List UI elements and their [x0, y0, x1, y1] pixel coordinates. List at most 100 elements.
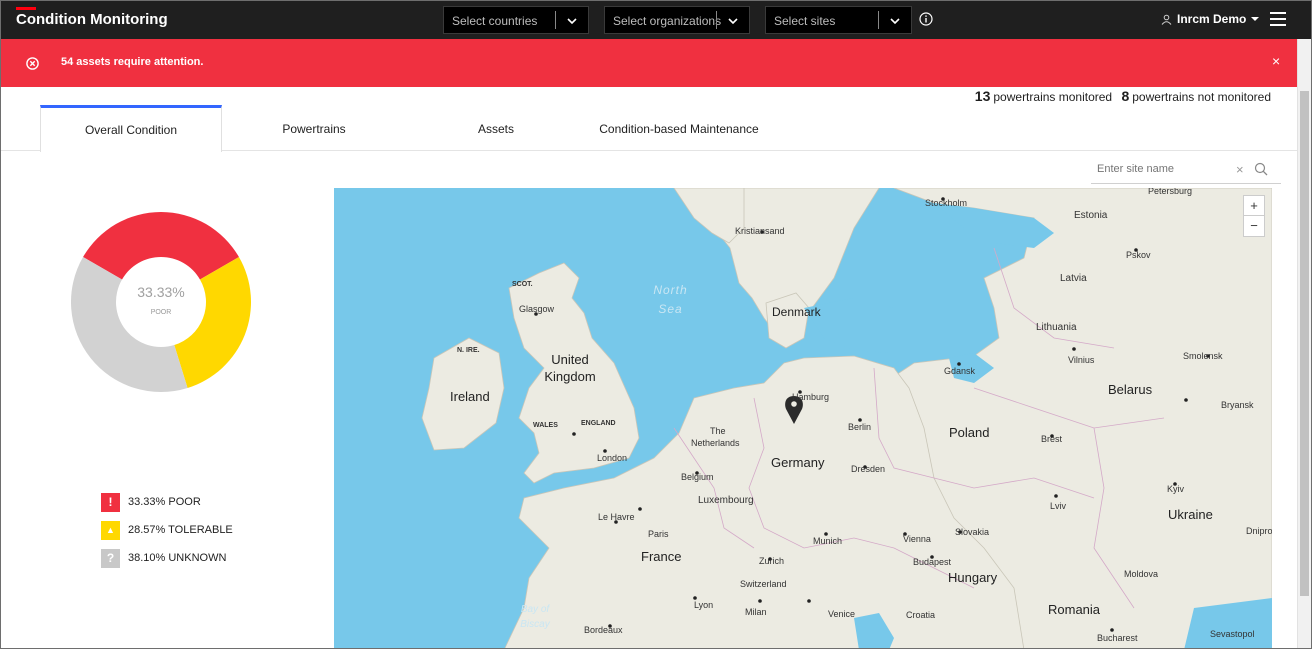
donut-segment-poor[interactable] — [83, 212, 239, 280]
map-label: WALES — [533, 422, 558, 429]
map-label: Denmark — [772, 305, 821, 319]
alert-message: 54 assets require attention. — [61, 56, 204, 68]
scrollbar-thumb[interactable] — [1300, 91, 1309, 596]
map-label: Gdansk — [944, 366, 976, 376]
map-label: Ireland — [450, 389, 490, 404]
sites-select[interactable]: Select sites — [765, 6, 912, 34]
map-label: The — [710, 426, 726, 436]
tab-assets[interactable]: Assets — [405, 105, 587, 151]
map-label: Netherlands — [691, 438, 740, 448]
select-divider — [878, 11, 879, 29]
app-window: Condition Monitoring Select countries Se… — [0, 0, 1312, 649]
map-label: Brest — [1041, 434, 1063, 444]
legend-item-label: 33.33% POOR — [128, 496, 201, 508]
map-label: Glasgow — [519, 304, 555, 314]
not-monitored-label: powertrains not monitored — [1132, 90, 1271, 104]
unknown-question-icon: ? — [101, 548, 120, 568]
attention-alert-banner: 54 assets require attention. × — [1, 39, 1297, 87]
sites-select-placeholder: Select sites — [774, 14, 836, 28]
site-search-input[interactable] — [1091, 158, 1231, 180]
clear-search-icon[interactable]: × — [1236, 162, 1244, 177]
map-label: Ukraine — [1168, 507, 1213, 522]
map-label: Kristiansand — [735, 226, 785, 236]
map-label: Zurich — [759, 556, 785, 566]
caret-down-icon — [1251, 17, 1260, 21]
user-menu[interactable]: Inrcm Demo — [1161, 12, 1260, 26]
map-label: Pskov — [1126, 250, 1151, 260]
map-label: Budapest — [913, 557, 952, 567]
error-circle-icon — [26, 57, 39, 70]
chevron-down-icon[interactable] — [565, 14, 579, 28]
app-title[interactable]: Condition Monitoring — [16, 11, 168, 28]
site-map[interactable]: Petersburg Stockholm Estonia Kristiansan… — [334, 188, 1272, 648]
map-label: Milan — [745, 607, 767, 617]
map-label: Moldova — [1124, 569, 1159, 579]
countries-select[interactable]: Select countries — [443, 6, 589, 34]
tab-powertrains[interactable]: Powertrains — [223, 105, 405, 151]
map-label: Sevastopol — [1210, 629, 1255, 639]
tab-condition-based-maintenance[interactable]: Condition-based Maintenance — [587, 105, 771, 151]
map-zoom-controls: + − — [1243, 195, 1265, 237]
top-navigation-bar: Condition Monitoring Select countries Se… — [1, 1, 1311, 39]
map-label: Lithuania — [1036, 322, 1077, 333]
legend-item-poor[interactable]: ! 33.33% POOR — [101, 488, 233, 516]
map-label: Paris — [648, 529, 669, 539]
map-labels: Petersburg Stockholm Estonia Kristiansan… — [334, 188, 1272, 648]
hamburger-menu-icon[interactable] — [1270, 12, 1286, 28]
map-label: Lviv — [1050, 501, 1067, 511]
alert-close-icon[interactable]: × — [1272, 53, 1280, 69]
condition-legend: ! 33.33% POOR ▲ 28.57% TOLERABLE ? 38.10… — [101, 488, 233, 572]
map-label: SCOT. — [512, 281, 533, 288]
map-label: Bryansk — [1221, 400, 1254, 410]
legend-item-unknown[interactable]: ? 38.10% UNKNOWN — [101, 544, 233, 572]
user-icon — [1161, 14, 1172, 25]
donut-segment-tolerable[interactable] — [174, 256, 251, 388]
brand-accent-bar — [16, 7, 36, 10]
poor-alert-icon: ! — [101, 492, 120, 512]
zoom-out-button[interactable]: − — [1244, 216, 1264, 236]
search-icon[interactable] — [1254, 162, 1268, 176]
chevron-down-icon[interactable] — [888, 14, 902, 28]
map-label: Bordeaux — [584, 625, 623, 635]
map-label: Bay of Biscay — [520, 604, 550, 630]
info-icon[interactable] — [919, 12, 933, 26]
map-label: Kyiv — [1167, 484, 1185, 494]
powertrain-stats: 13 powertrains monitored 8 powertrains not… — [975, 88, 1271, 104]
map-label: Vilnius — [1068, 355, 1095, 365]
map-label: Venice — [828, 609, 856, 619]
map-label: Hungary — [948, 570, 998, 585]
map-label: Luxembourg — [698, 495, 754, 506]
condition-donut-chart — [71, 212, 251, 392]
map-label: Lyon — [694, 600, 714, 610]
map-label: Dresden — [851, 464, 886, 474]
map-label: Dnipro — [1246, 526, 1272, 536]
map-label: Belarus — [1108, 382, 1153, 397]
site-search: × — [1091, 156, 1281, 184]
zoom-in-button[interactable]: + — [1244, 196, 1264, 216]
organizations-select-placeholder: Select organizations — [613, 14, 722, 28]
legend-item-tolerable[interactable]: ▲ 28.57% TOLERABLE — [101, 516, 233, 544]
tolerable-warning-icon: ▲ — [101, 520, 120, 540]
map-label: France — [641, 549, 682, 564]
legend-item-label: 38.10% UNKNOWN — [128, 552, 227, 564]
legend-item-label: 28.57% TOLERABLE — [128, 524, 233, 536]
map-label: Bucharest — [1097, 633, 1138, 643]
map-label: Hamburg — [792, 392, 830, 402]
organizations-select[interactable]: Select organizations — [604, 6, 750, 34]
map-label: Latvia — [1060, 273, 1087, 284]
monitored-count: 13 — [974, 88, 991, 104]
map-label: Slovakia — [955, 527, 990, 537]
map-label: Germany — [771, 455, 825, 470]
map-label: Le Havre — [598, 512, 635, 522]
map-label: N. IRE. — [457, 347, 480, 354]
donut-center-value: 33.33% — [137, 284, 185, 300]
donut-center-label: POOR — [150, 309, 172, 316]
map-label: Stockholm — [925, 198, 968, 208]
map-label: London — [597, 453, 628, 463]
chevron-down-icon[interactable] — [726, 14, 740, 28]
map-label: United Kingdom — [544, 352, 596, 384]
tab-overall-condition[interactable]: Overall Condition — [40, 105, 222, 152]
donut-segment-unknown[interactable] — [71, 257, 188, 392]
user-name: Inrcm Demo — [1177, 12, 1247, 26]
map-label: Smolensk — [1183, 351, 1223, 361]
